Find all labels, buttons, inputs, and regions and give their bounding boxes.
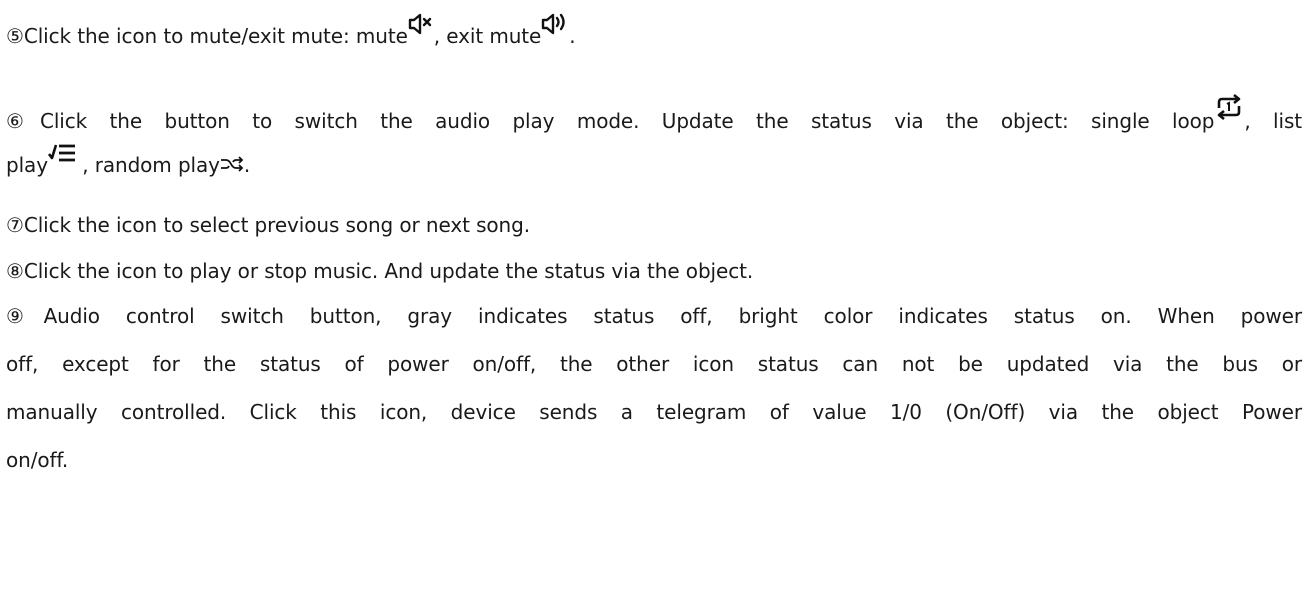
paragraph-mute: ⑤Click the icon to mute/exit mute: mute,… — [6, 13, 1302, 50]
paragraph-play-mode-line1: ⑥Click the button to switch the audio pl… — [6, 94, 1303, 135]
play-text: play — [6, 153, 48, 177]
speaker-sound-icon — [541, 13, 569, 35]
random-play-text: , random play — [75, 153, 220, 177]
exit-mute-text: , exit mute — [433, 24, 542, 48]
paragraph-play-mode-line2: play , random play. — [6, 144, 1302, 179]
random-play-icon — [220, 156, 244, 172]
paragraph-power-line1: ⑨Audio control switch button, gray indic… — [6, 304, 1302, 328]
list-text: , list — [1244, 109, 1303, 133]
play-mode-text: ⑥Click the button to switch the audio pl… — [6, 109, 1215, 133]
mute-period: . — [569, 24, 576, 48]
paragraph-power-line2: off, except for the status of power on/o… — [6, 352, 1302, 376]
paragraph-power-line4: on/off. — [6, 448, 69, 472]
paragraph-power-line3: manually controlled. Click this icon, de… — [6, 400, 1302, 424]
list-play-icon — [47, 142, 76, 164]
speaker-mute-icon — [408, 13, 434, 35]
random-play-period: . — [243, 153, 251, 177]
single-loop-icon — [1214, 94, 1244, 120]
paragraph-play-stop: ⑧Click the icon to play or stop music. A… — [6, 259, 754, 283]
paragraph-prev-next: ⑦Click the icon to select previous song … — [6, 213, 530, 237]
document-page: ⑤Click the icon to mute/exit mute: mute,… — [0, 0, 1309, 603]
mute-text: ⑤Click the icon to mute/exit mute: mute — [6, 24, 408, 48]
